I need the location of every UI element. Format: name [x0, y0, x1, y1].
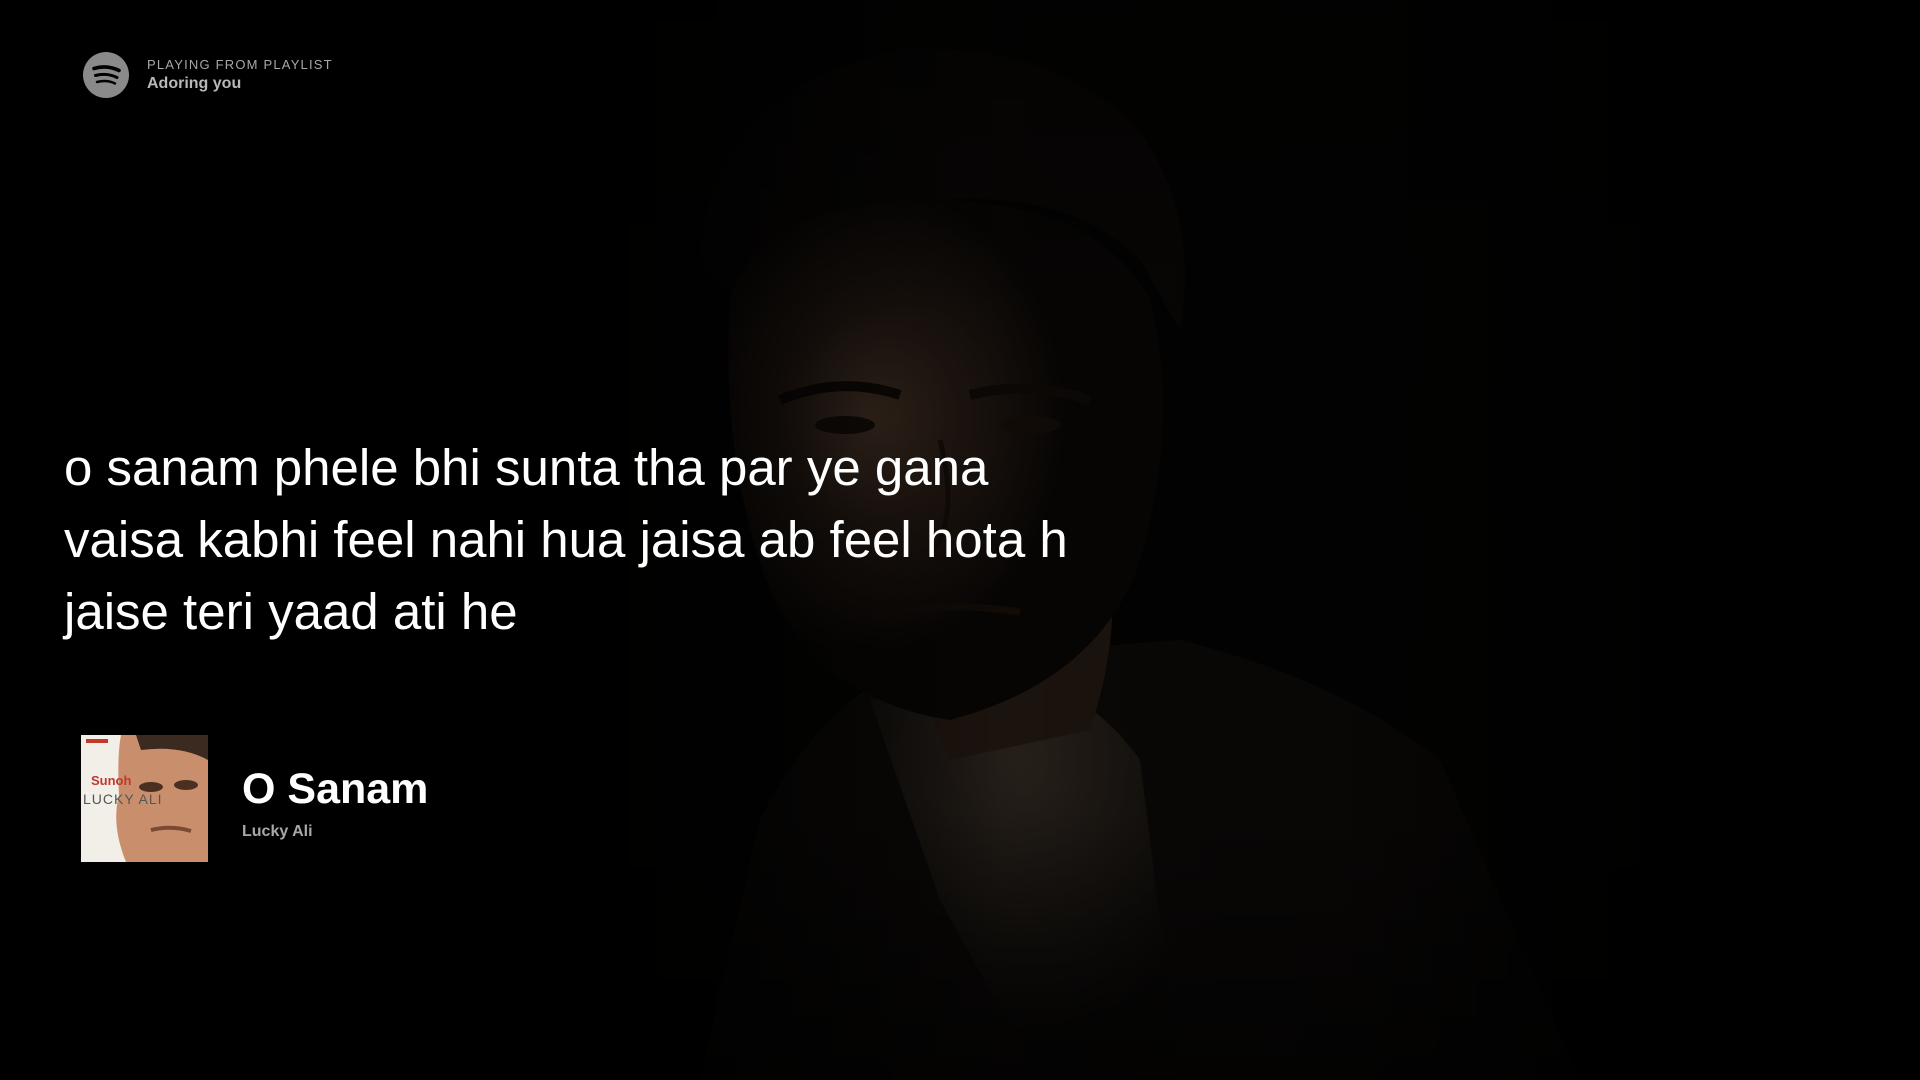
- lyric-line: vaisa kabhi feel nahi hua jaisa ab feel …: [64, 511, 1068, 568]
- lyric-line: jaise teri yaad ati he: [64, 583, 518, 640]
- playing-from-label: PLAYING FROM PLAYLIST: [147, 56, 333, 72]
- playlist-context-header: PLAYING FROM PLAYLIST Adoring you: [83, 52, 333, 98]
- now-playing-card: Sunoh LUCKY ALI O Sanam Lucky Ali: [81, 735, 428, 862]
- track-title[interactable]: O Sanam: [242, 763, 428, 815]
- lyrics-share-screen: PLAYING FROM PLAYLIST Adoring you o sana…: [0, 0, 1920, 1080]
- track-info: O Sanam Lucky Ali: [242, 763, 428, 841]
- header-text: PLAYING FROM PLAYLIST Adoring you: [147, 56, 333, 95]
- playlist-name[interactable]: Adoring you: [147, 73, 333, 95]
- lyrics-block: o sanam phele bhi sunta tha par ye gana …: [64, 432, 1264, 648]
- track-artist[interactable]: Lucky Ali: [242, 823, 428, 841]
- album-art-label-name: LUCKY ALI: [83, 791, 163, 807]
- album-art-label-top: Sunoh: [91, 773, 132, 788]
- lyric-line: o sanam phele bhi sunta tha par ye gana: [64, 439, 989, 496]
- album-art[interactable]: Sunoh LUCKY ALI: [81, 735, 208, 862]
- spotify-logo-icon: [83, 52, 129, 98]
